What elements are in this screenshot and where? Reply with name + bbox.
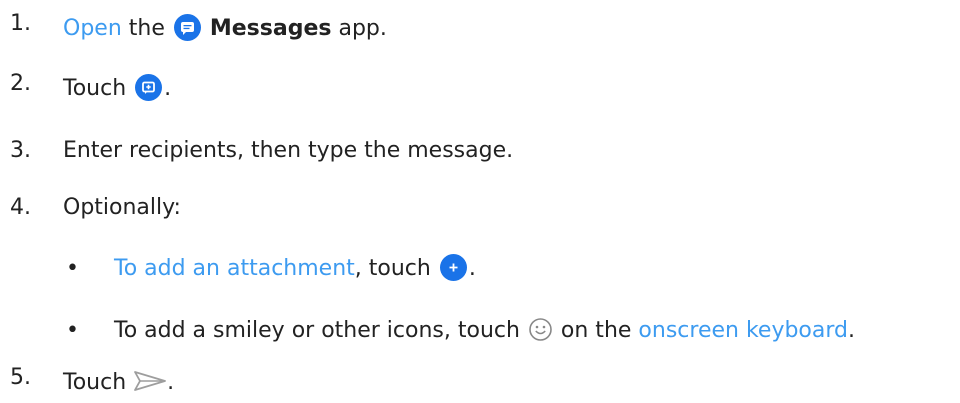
smiley-icon (527, 316, 554, 343)
bullet-text-part: . (848, 318, 855, 343)
onscreen-keyboard-link[interactable]: onscreen keyboard (638, 318, 848, 343)
bullet-text-part: , touch (354, 256, 438, 281)
start-chat-icon (135, 73, 163, 101)
step-text: Optionally: (63, 195, 181, 220)
step-text-part: Touch (63, 76, 134, 101)
step-text-part: . (164, 76, 172, 101)
step-text-part (203, 16, 210, 41)
step-text-part: the (121, 16, 172, 41)
open-link[interactable]: Open (63, 16, 122, 41)
bullet-mark: • (66, 318, 79, 343)
step-text-part: . (167, 370, 175, 395)
add-attachment-link[interactable]: To add an attachment (114, 256, 355, 281)
step-number: 4. (10, 195, 31, 220)
bullet-text-part: . (468, 256, 476, 281)
send-icon (133, 369, 167, 393)
step-number: 5. (10, 365, 31, 390)
messages-app-name: Messages (209, 16, 332, 41)
step-number: 2. (10, 71, 31, 96)
step-number: 1. (10, 11, 31, 36)
step-text: Enter recipients, then type the message. (63, 138, 514, 163)
step-number: 3. (10, 138, 31, 163)
step-text: Open the Messages app. (63, 13, 387, 44)
bullet-text-part: To add a smiley or other icons, touch (114, 318, 527, 343)
bullet-mark: • (66, 256, 79, 281)
add-attachment-icon (439, 253, 467, 281)
messages-app-icon (173, 13, 201, 41)
step-text-part: Touch (63, 370, 134, 395)
step-text: Touch . (63, 73, 172, 104)
bullet-text-part: on the (553, 318, 639, 343)
bullet-text: To add an attachment, touch . (114, 253, 476, 284)
step-text: Touch . (63, 368, 174, 398)
bullet-text: To add a smiley or other icons, touch on… (114, 316, 855, 346)
step-text-part: app. (331, 16, 387, 41)
